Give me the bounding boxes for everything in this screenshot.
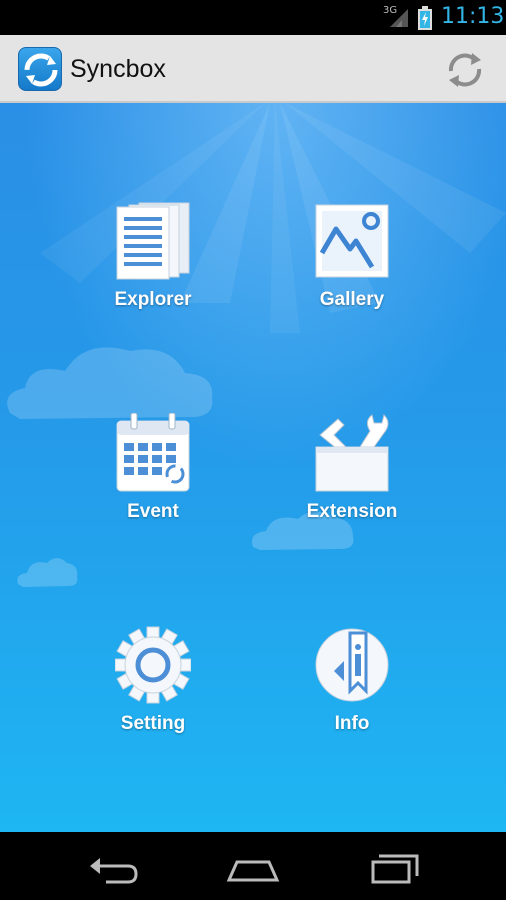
sky-background (0, 103, 506, 832)
menu-setting[interactable]: Setting (83, 625, 223, 765)
home-button[interactable] (223, 848, 283, 888)
menu-extension[interactable]: Extension (282, 413, 422, 553)
home-icon (226, 860, 280, 882)
system-nav-bar (0, 832, 506, 900)
back-icon (90, 858, 138, 884)
document-stack-icon (116, 202, 190, 280)
syncbox-logo-icon[interactable] (18, 47, 62, 91)
menu-extension-label: Extension (306, 501, 398, 522)
menu-info-label: Info (334, 713, 370, 734)
menu-explorer-label: Explorer (114, 289, 192, 310)
menu-event-label: Event (127, 501, 179, 522)
info-icon (315, 628, 389, 702)
toolbox-icon (315, 414, 389, 492)
menu-gallery[interactable]: Gallery (282, 201, 422, 341)
battery-charging-icon (418, 6, 432, 30)
cloud-decoration (7, 347, 213, 419)
menu-setting-label: Setting (120, 713, 186, 734)
menu-gallery-label: Gallery (319, 289, 385, 310)
action-bar: Syncbox (0, 35, 506, 103)
menu-event[interactable]: Event (83, 413, 223, 553)
cloud-decoration (17, 558, 78, 587)
sync-button[interactable] (440, 47, 490, 93)
status-clock: 11:13 (441, 4, 505, 29)
recent-apps-button[interactable] (365, 848, 425, 888)
gear-icon (115, 626, 191, 704)
menu-info[interactable]: Info (282, 625, 422, 765)
main-menu-area: Explorer Gallery Event Extension Setting… (0, 103, 506, 832)
back-button[interactable] (82, 848, 142, 888)
app-title: Syncbox (70, 55, 166, 83)
status-bar: 3G 11:13 (0, 0, 506, 35)
recent-apps-icon (371, 854, 419, 884)
signal-icon (390, 9, 408, 27)
calendar-icon (116, 413, 190, 492)
menu-explorer[interactable]: Explorer (83, 201, 223, 341)
picture-icon (315, 204, 389, 278)
sync-icon (448, 53, 482, 87)
